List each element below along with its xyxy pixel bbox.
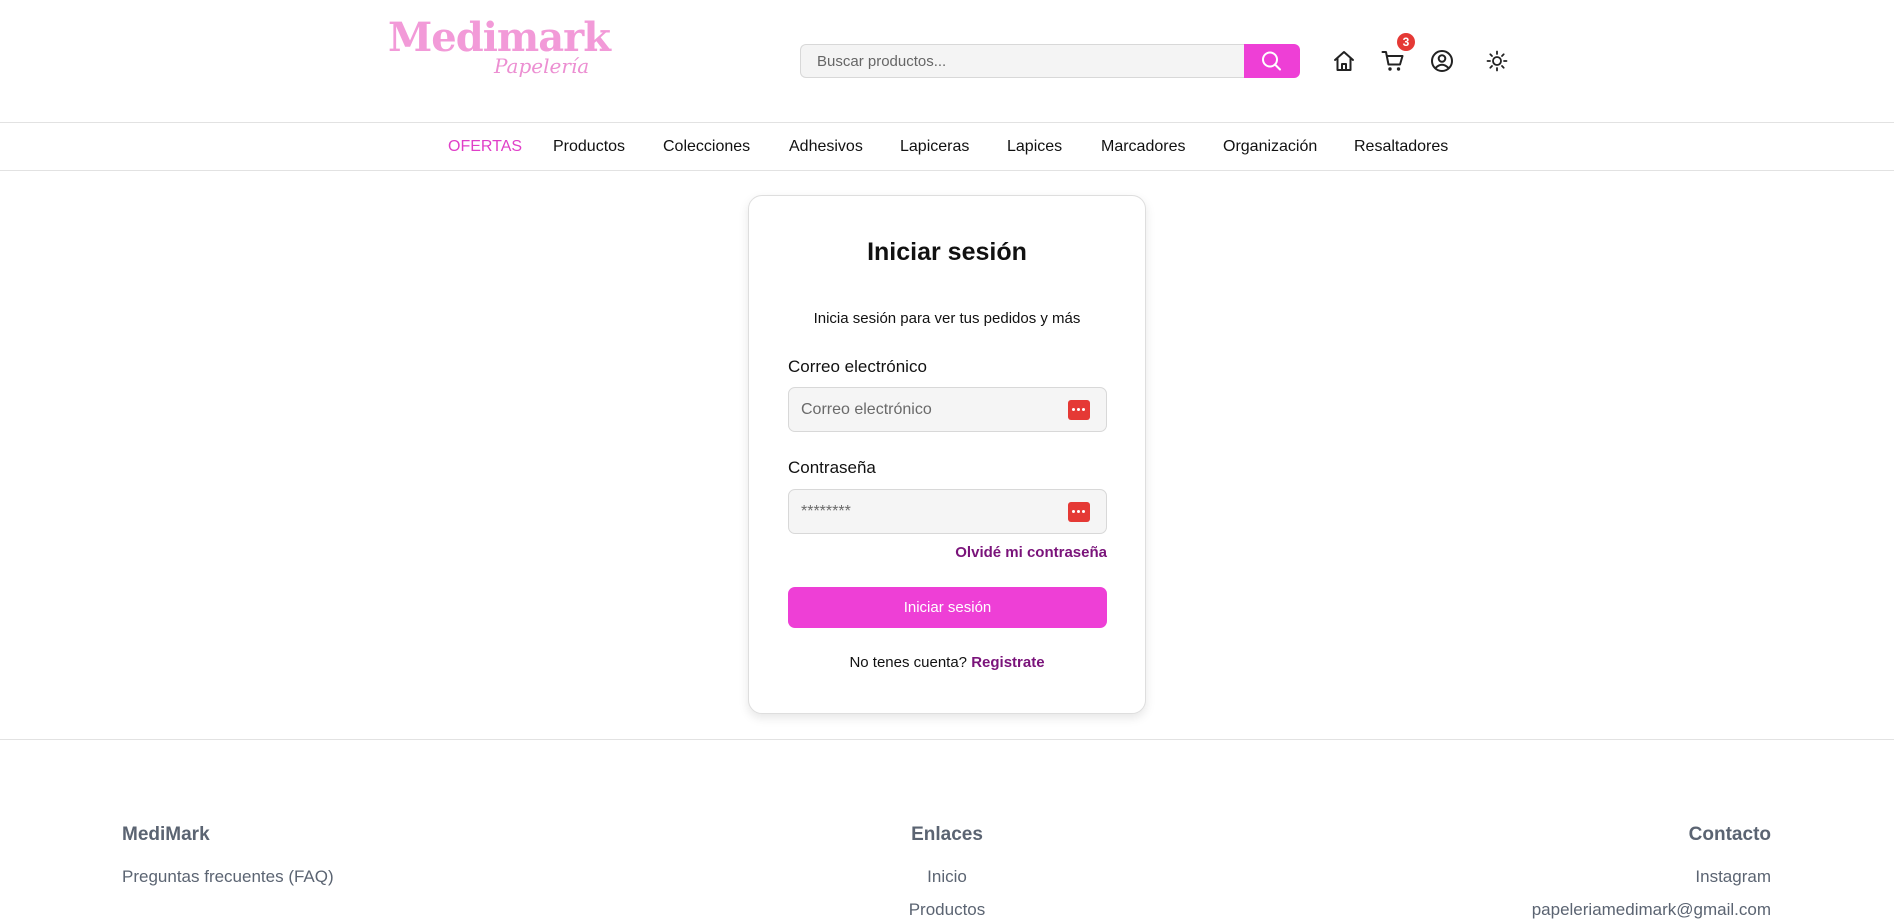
cart-count-badge: 3 (1397, 33, 1415, 51)
search-icon (1262, 51, 1281, 71)
password-manager-icon[interactable] (1068, 400, 1090, 420)
nav-item-adhesivos[interactable]: Adhesivos (789, 138, 863, 156)
login-title: Iniciar sesión (867, 238, 1027, 266)
nav-item-ofertas[interactable]: OFERTAS (448, 138, 522, 156)
category-nav: OFERTAS Productos Colecciones Adhesivos … (0, 123, 1894, 171)
nav-item-productos[interactable]: Productos (553, 138, 625, 156)
nav-item-colecciones[interactable]: Colecciones (663, 138, 750, 156)
footer-link-inicio[interactable]: Inicio (0, 867, 1894, 887)
password-label: Contraseña (788, 458, 876, 477)
brand-logo[interactable]: Medimark Papelería (384, 14, 611, 92)
footer-links-title: Enlaces (911, 824, 983, 845)
nav-item-resaltadores[interactable]: Resaltadores (1354, 138, 1448, 156)
search-bar (800, 44, 1300, 78)
nav-item-marcadores[interactable]: Marcadores (1101, 138, 1185, 156)
sun-icon[interactable] (1484, 48, 1510, 74)
nav-item-organizacion[interactable]: Organización (1223, 138, 1317, 156)
user-icon[interactable] (1429, 48, 1455, 74)
register-link[interactable]: Registrate (971, 654, 1044, 671)
no-account-text: No tenes cuenta? (849, 654, 968, 671)
footer-link-instagram[interactable]: Instagram (1695, 867, 1771, 887)
footer-link-email[interactable]: papeleriamedimark@gmail.com (1532, 900, 1771, 920)
email-label: Correo electrónico (788, 357, 927, 376)
register-prompt: No tenes cuenta? Registrate (749, 654, 1145, 671)
email-field[interactable] (789, 388, 1073, 431)
search-input[interactable] (800, 44, 1245, 78)
cart-icon[interactable] (1380, 48, 1406, 74)
password-field[interactable] (789, 490, 1073, 533)
nav-item-lapiceras[interactable]: Lapiceras (900, 138, 969, 156)
login-submit-button[interactable]: Iniciar sesión (788, 587, 1107, 628)
search-button[interactable] (1244, 44, 1300, 78)
footer-contact-title: Contacto (1688, 824, 1771, 845)
site-footer: MediMark Preguntas frecuentes (FAQ) Enla… (0, 739, 1894, 919)
password-manager-icon[interactable] (1068, 502, 1090, 522)
forgot-password-link[interactable]: Olvidé mi contraseña (955, 544, 1107, 561)
nav-item-lapices[interactable]: Lapices (1007, 138, 1062, 156)
email-field-container (788, 387, 1107, 432)
login-card: Iniciar sesión Inicia sesión para ver tu… (748, 195, 1146, 714)
site-header: Medimark Papelería 3 (0, 0, 1894, 123)
password-field-container (788, 489, 1107, 534)
login-subtitle: Inicia sesión para ver tus pedidos y más (813, 310, 1081, 327)
home-icon[interactable] (1331, 48, 1357, 74)
logo-tagline-text: Papelería (494, 54, 590, 78)
